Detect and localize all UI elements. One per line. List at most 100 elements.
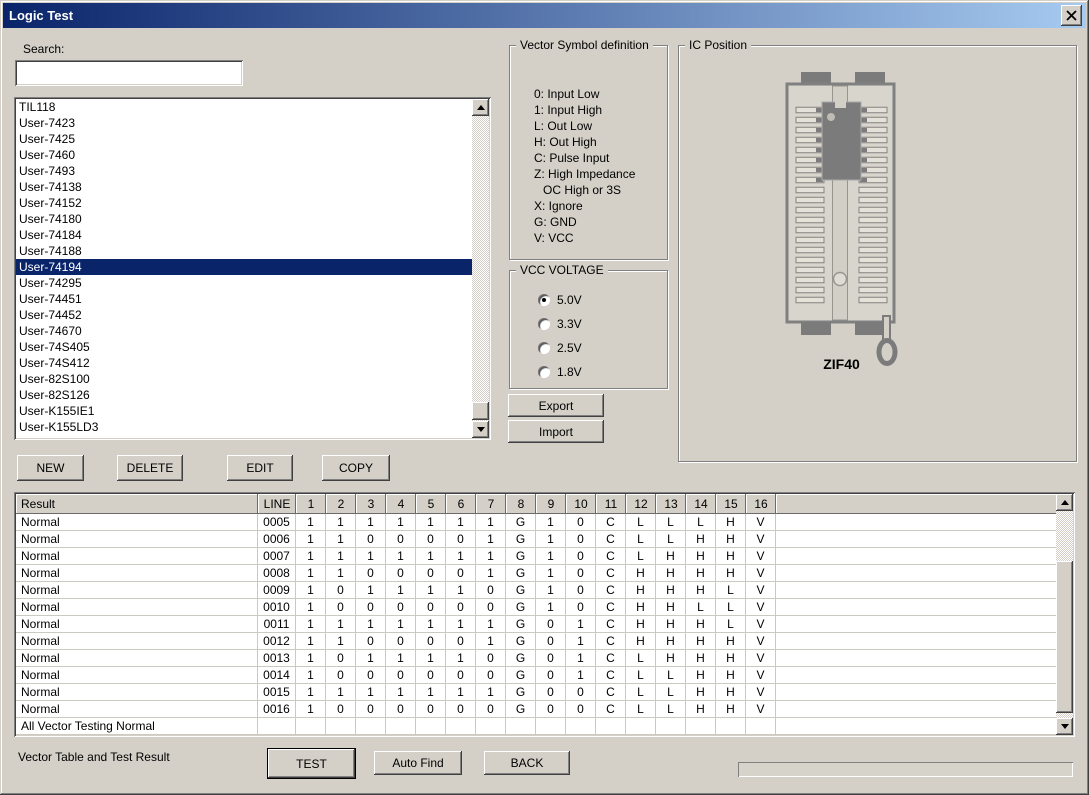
- value-cell: 1: [476, 633, 506, 650]
- value-cell: 1: [416, 616, 446, 633]
- list-item[interactable]: User-74184: [16, 227, 472, 243]
- list-item[interactable]: User-74452: [16, 307, 472, 323]
- slot-left: [796, 247, 824, 253]
- value-cell: H: [686, 531, 716, 548]
- list-item[interactable]: User-82S100: [16, 371, 472, 387]
- value-cell: 0: [536, 633, 566, 650]
- list-item[interactable]: TIL118: [16, 99, 472, 115]
- search-input[interactable]: [15, 60, 243, 86]
- value-cell: L: [656, 514, 686, 531]
- close-button[interactable]: [1061, 5, 1082, 26]
- value-cell: H: [656, 582, 686, 599]
- auto-find-button[interactable]: Auto Find: [374, 751, 462, 775]
- table-row: Normal00151111111G00CLLHHV: [16, 684, 1073, 701]
- value-cell: 1: [386, 616, 416, 633]
- import-button[interactable]: Import: [508, 420, 604, 443]
- column-header: Result: [16, 494, 258, 514]
- value-cell: 1: [446, 650, 476, 667]
- list-item[interactable]: User-74S412: [16, 355, 472, 371]
- scroll-up-button[interactable]: [472, 99, 489, 116]
- ic-listbox[interactable]: TIL118User-7423User-7425User-7460User-74…: [14, 97, 491, 440]
- result-cell: Normal: [16, 582, 258, 599]
- list-item[interactable]: User-7493: [16, 163, 472, 179]
- slot-right: [859, 197, 887, 203]
- slot-left: [796, 297, 824, 303]
- list-item[interactable]: User-74295: [16, 275, 472, 291]
- scrollbar-thumb[interactable]: [1056, 561, 1073, 713]
- value-cell: 1: [476, 565, 506, 582]
- ic-chip: [822, 102, 861, 180]
- value-cell: 1: [296, 531, 326, 548]
- chip-notch: [835, 101, 846, 108]
- symbol-line: 1: Input High: [534, 102, 663, 118]
- radio-icon[interactable]: [538, 342, 550, 354]
- ic-list-items: TIL118User-7423User-7425User-7460User-74…: [16, 99, 472, 438]
- test-button-face: TEST: [268, 749, 355, 778]
- value-cell: 1: [296, 667, 326, 684]
- title-bar: Logic Test: [3, 3, 1086, 28]
- value-cell: 0: [386, 667, 416, 684]
- value-cell: L: [626, 650, 656, 667]
- value-cell: H: [626, 616, 656, 633]
- list-item[interactable]: User-7425: [16, 131, 472, 147]
- list-item[interactable]: User-74S405: [16, 339, 472, 355]
- scroll-up-button[interactable]: [1056, 494, 1073, 511]
- value-cell: 1: [326, 684, 356, 701]
- result-cell: Normal: [16, 548, 258, 565]
- list-item[interactable]: User-K155IE1: [16, 403, 472, 419]
- new-button[interactable]: NEW: [17, 455, 84, 481]
- slot-left: [796, 277, 824, 283]
- value-cell: 0: [566, 548, 596, 565]
- footer-cell: All Vector Testing Normal: [16, 718, 258, 735]
- value-cell: 1: [296, 599, 326, 616]
- slot-right: [859, 187, 887, 193]
- table-scrollbar[interactable]: [1056, 494, 1073, 735]
- list-item[interactable]: User-74194: [16, 259, 472, 275]
- list-item[interactable]: User-74188: [16, 243, 472, 259]
- copy-button[interactable]: COPY: [322, 455, 390, 481]
- list-item[interactable]: User-K155LD3: [16, 419, 472, 435]
- list-item[interactable]: User-74138: [16, 179, 472, 195]
- list-item[interactable]: User-74451: [16, 291, 472, 307]
- edit-button[interactable]: EDIT: [227, 455, 293, 481]
- value-cell: 0: [566, 514, 596, 531]
- dialog-window: Logic Test Search: TIL118User-7423User-7…: [0, 0, 1089, 795]
- back-button[interactable]: BACK: [484, 751, 570, 775]
- list-item[interactable]: User-7460: [16, 147, 472, 163]
- delete-button[interactable]: DELETE: [117, 455, 183, 481]
- ic-list-scrollbar[interactable]: [472, 99, 489, 438]
- filler-cell: [776, 599, 1073, 616]
- vcc-option[interactable]: 5.0V: [538, 293, 582, 306]
- vcc-option[interactable]: 3.3V: [538, 317, 582, 330]
- scroll-down-button[interactable]: [472, 421, 489, 438]
- value-cell: H: [656, 599, 686, 616]
- chip-pin1-dot: [827, 113, 835, 121]
- list-item[interactable]: User-82S126: [16, 387, 472, 403]
- column-header: 11: [596, 494, 626, 514]
- value-cell: H: [626, 633, 656, 650]
- scroll-down-button[interactable]: [1056, 718, 1073, 735]
- value-cell: 1: [296, 684, 326, 701]
- value-cell: L: [626, 548, 656, 565]
- line-cell: 0009: [258, 582, 296, 599]
- radio-icon[interactable]: [538, 294, 550, 306]
- value-cell: H: [626, 599, 656, 616]
- list-item[interactable]: User-74152: [16, 195, 472, 211]
- value-cell: G: [506, 633, 536, 650]
- test-button[interactable]: TEST: [267, 748, 356, 779]
- slot-right: [859, 287, 887, 293]
- list-item[interactable]: User-74180: [16, 211, 472, 227]
- radio-icon[interactable]: [538, 366, 550, 378]
- vcc-option[interactable]: 2.5V: [538, 341, 582, 354]
- line-cell: 0016: [258, 701, 296, 718]
- scrollbar-thumb[interactable]: [472, 402, 489, 420]
- value-cell: C: [596, 616, 626, 633]
- radio-icon[interactable]: [538, 318, 550, 330]
- value-cell: V: [746, 650, 776, 667]
- vcc-option[interactable]: 1.8V: [538, 365, 582, 378]
- list-item[interactable]: User-74670: [16, 323, 472, 339]
- list-item[interactable]: User-7423: [16, 115, 472, 131]
- export-button[interactable]: Export: [508, 394, 604, 417]
- value-cell: C: [596, 650, 626, 667]
- value-cell: 1: [386, 582, 416, 599]
